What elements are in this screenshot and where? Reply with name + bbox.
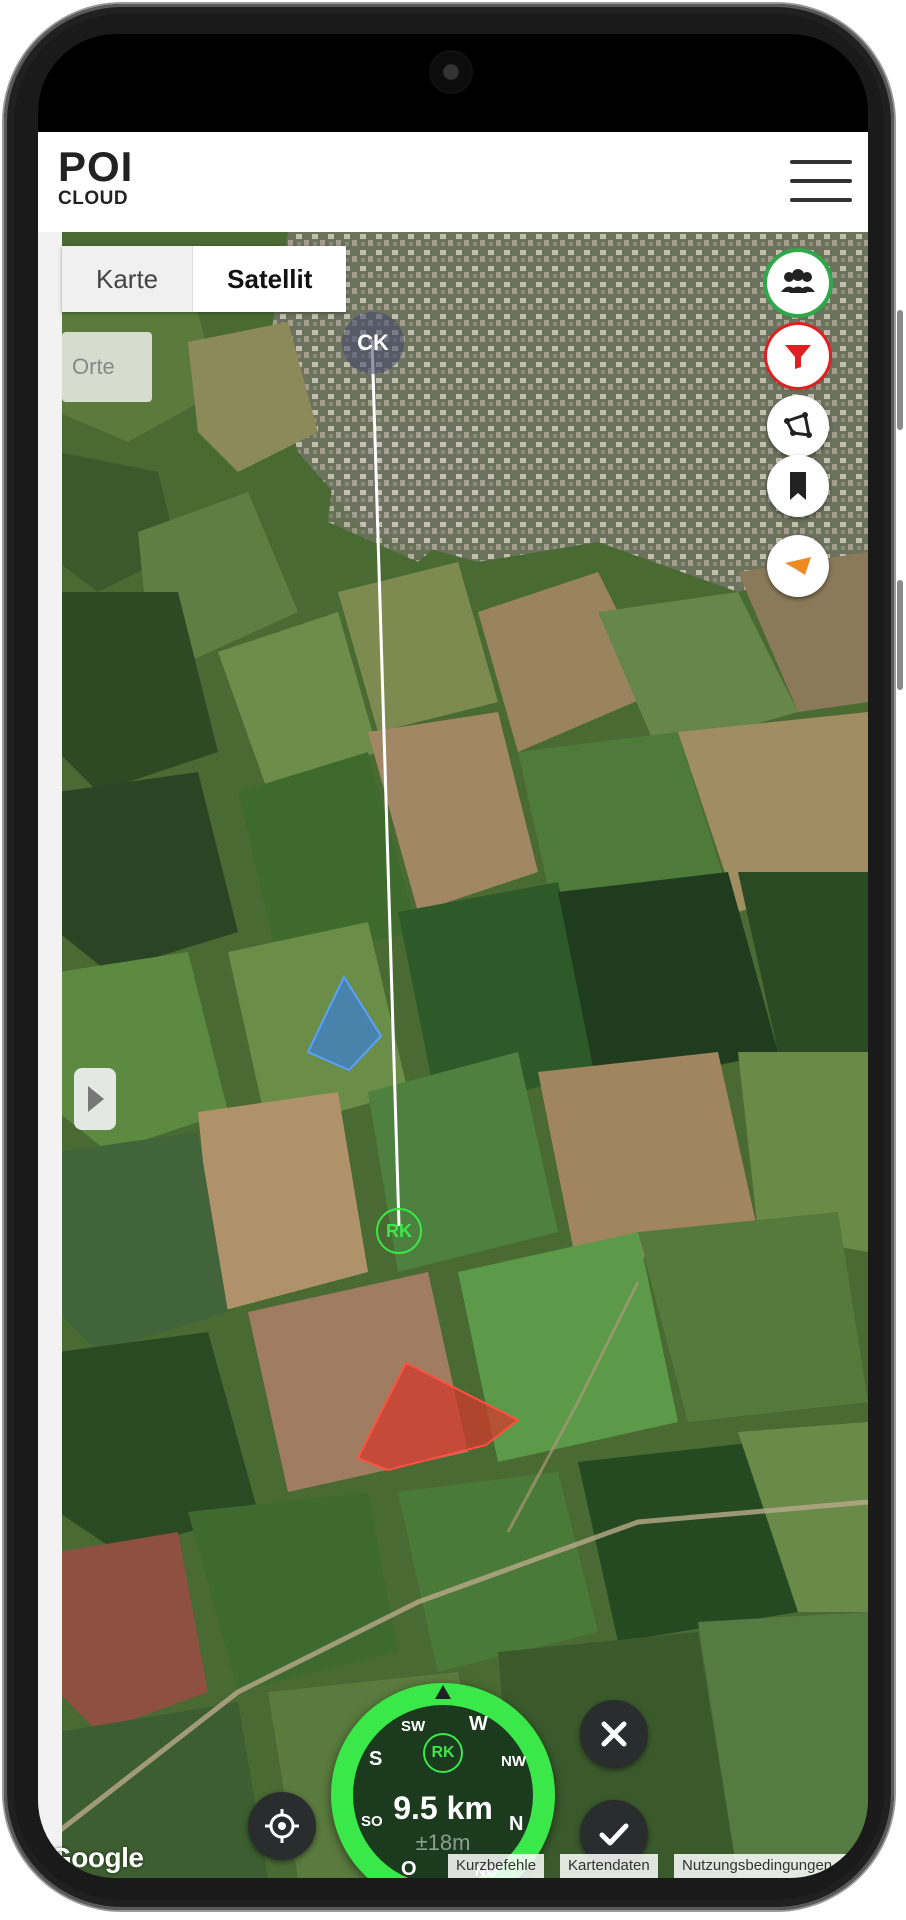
phone-frame: POI CLOUD CK RK Karte Satellit Orte RK S…	[4, 4, 894, 1910]
tab-satellit[interactable]: Satellit	[192, 246, 347, 312]
google-logo: Google	[50, 1842, 144, 1873]
dir-s: S	[369, 1748, 383, 1770]
dir-nw: NW	[501, 1753, 526, 1770]
close-icon	[601, 1721, 627, 1747]
poi-cloud-logo[interactable]: POI CLOUD	[58, 146, 148, 216]
dir-w: W	[469, 1713, 488, 1735]
search-input[interactable]: Orte	[62, 332, 152, 402]
target-marker[interactable]: RK	[376, 1208, 422, 1254]
map-imagery	[38, 232, 868, 1878]
filter-icon	[785, 345, 811, 369]
distance-value: 9.5 km	[393, 1790, 493, 1826]
group-icon	[781, 269, 815, 293]
map-data-link[interactable]: Kartendaten	[560, 1854, 658, 1878]
locate-me-button[interactable]	[248, 1792, 316, 1860]
compass-navigator[interactable]: RK SW W NW N NO O SO S 9.5 km ±18m	[331, 1683, 555, 1878]
navigation-button[interactable]	[767, 535, 829, 597]
logo-subtitle: CLOUD	[58, 188, 129, 209]
tab-karte[interactable]: Karte	[62, 246, 193, 312]
logo-brand: POI	[58, 143, 134, 190]
filter-button[interactable]	[767, 325, 829, 387]
app-header: POI CLOUD	[38, 132, 868, 232]
polygon-icon	[784, 412, 812, 438]
target-marker-label: RK	[386, 1221, 412, 1241]
compass-target-label: RK	[431, 1744, 455, 1761]
shortcuts-link[interactable]: Kurzbefehle	[448, 1854, 545, 1878]
chevron-right-icon	[88, 1086, 104, 1112]
bookmark-button[interactable]	[767, 455, 829, 517]
crosshair-icon	[265, 1809, 299, 1843]
group-button[interactable]	[767, 252, 829, 314]
screen: POI CLOUD CK RK Karte Satellit Orte RK S…	[38, 34, 868, 1878]
map-type-tabs: Karte Satellit	[62, 246, 347, 312]
dir-o: O	[401, 1858, 417, 1878]
bookmark-icon	[790, 472, 806, 500]
power-button	[897, 580, 903, 690]
navigation-icon	[785, 557, 811, 575]
dir-sw: SW	[401, 1718, 426, 1735]
expand-panel-button[interactable]	[74, 1068, 116, 1130]
sidebar-strip	[38, 232, 62, 1878]
start-marker[interactable]: CK	[342, 312, 404, 374]
start-marker-label: CK	[357, 330, 389, 355]
front-camera	[431, 52, 471, 92]
compass-target-badge: RK	[423, 1733, 463, 1773]
polygon-tool-button[interactable]	[767, 395, 829, 457]
close-button[interactable]	[580, 1700, 648, 1768]
hamburger-menu-icon[interactable]	[790, 158, 852, 204]
volume-button	[897, 310, 903, 430]
satellite-map[interactable]: CK RK Karte Satellit Orte RK SW W NW N O…	[38, 232, 868, 1878]
terms-link[interactable]: Nutzungsbedingungen	[674, 1854, 868, 1878]
accuracy-value: ±18m	[415, 1830, 471, 1855]
